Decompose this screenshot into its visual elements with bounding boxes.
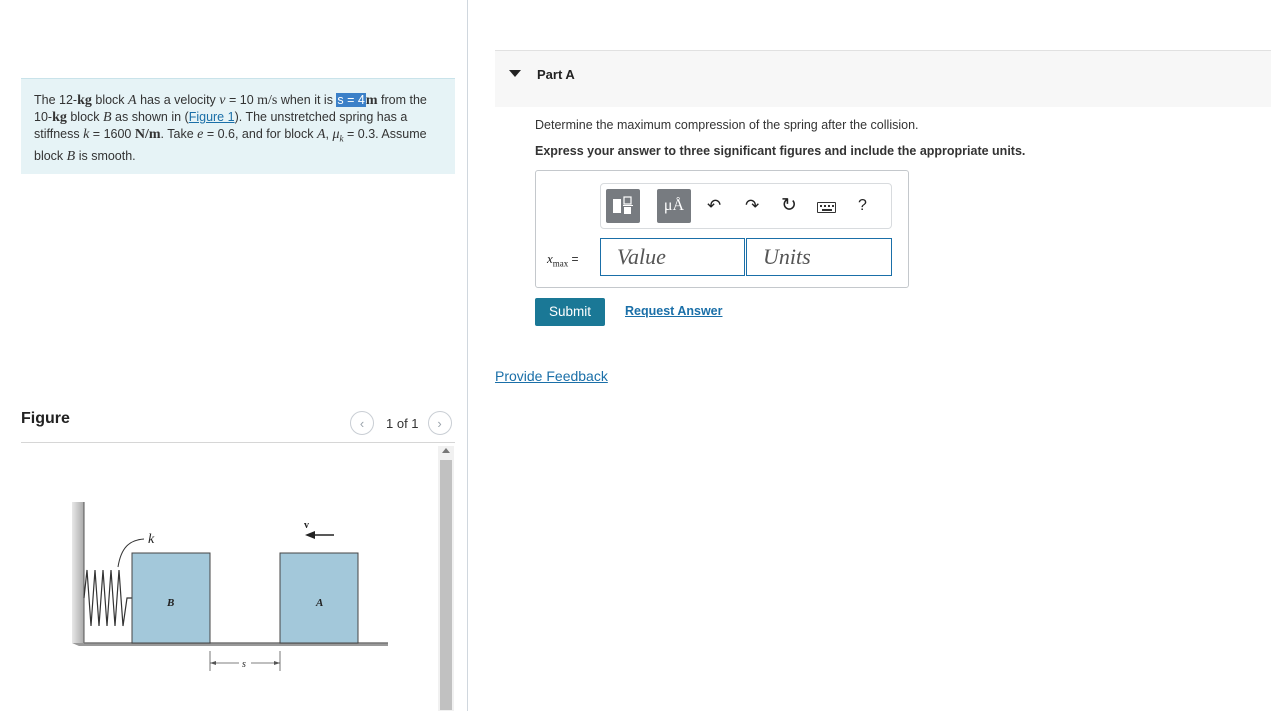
figure-scrollbar[interactable] — [438, 446, 454, 711]
unit-ms: m/s — [257, 93, 278, 108]
value-input[interactable]: Value — [600, 238, 745, 276]
chevron-left-icon: ‹ — [359, 415, 365, 431]
reset-icon[interactable]: ↻ — [781, 196, 797, 216]
prev-figure-button[interactable]: ‹ — [350, 411, 374, 435]
collapse-triangle-icon[interactable] — [509, 70, 521, 77]
unit-kg: kg — [77, 93, 92, 108]
problem-text: = 0.6, and for block — [203, 127, 317, 141]
left-panel: The 12-kg block A has a velocity v = 10 … — [0, 0, 468, 711]
unit-kg: kg — [52, 110, 67, 125]
var-A: A — [316, 127, 326, 142]
part-a-header[interactable]: Part A — [495, 50, 1271, 107]
help-button[interactable]: ? — [858, 196, 867, 216]
math-toolbar: μÅ ↶ ↷ ↻ ? — [600, 183, 892, 229]
problem-text: has a velocity — [136, 93, 220, 107]
label-A: A — [315, 597, 323, 609]
figure-title: Figure — [21, 410, 70, 427]
var-B: B — [103, 110, 112, 125]
problem-text: , — [325, 127, 333, 141]
problem-text: when it is — [277, 93, 337, 107]
figure-pager: ‹ 1 of 1 › — [350, 411, 452, 435]
figure-link[interactable]: Figure 1 — [189, 110, 235, 124]
next-figure-button[interactable]: › — [427, 411, 452, 435]
fraction-template-icon — [613, 196, 633, 214]
scrollbar-thumb[interactable] — [440, 460, 452, 710]
problem-text: is smooth. — [75, 148, 136, 163]
problem-text: block — [66, 110, 104, 124]
units-button[interactable]: μÅ — [657, 189, 691, 223]
problem-text: = 10 — [225, 93, 258, 107]
figure-divider — [21, 442, 455, 443]
submit-button[interactable]: Submit — [535, 298, 605, 326]
question-text: Determine the maximum compression of the… — [535, 118, 919, 132]
chevron-right-icon: › — [437, 415, 442, 431]
problem-text: as shown in ( — [111, 110, 189, 124]
problem-text: block — [91, 93, 129, 107]
undo-icon[interactable]: ↶ — [707, 196, 721, 216]
spring-blocks-diagram: k B A v s — [72, 502, 388, 671]
label-v: v — [304, 520, 309, 531]
var-sub-max: max — [552, 258, 569, 269]
spring — [83, 569, 132, 627]
label-k: k — [148, 532, 155, 547]
label-s: s — [242, 659, 246, 670]
var-A: A — [128, 93, 137, 108]
var-mu: μ — [332, 127, 340, 142]
problem-text: . Take — [160, 127, 198, 141]
problem-text: The 12- — [34, 93, 78, 107]
problem-text: = 1600 — [89, 127, 135, 141]
pager-text: 1 of 1 — [386, 415, 419, 431]
highlighted-s: s = 4 — [336, 93, 366, 107]
units-input[interactable]: Units — [746, 238, 892, 276]
units-icon: μÅ — [663, 197, 685, 214]
redo-icon[interactable]: ↷ — [745, 196, 759, 216]
scroll-up-icon[interactable] — [442, 448, 450, 453]
var-B: B — [66, 148, 76, 164]
answer-box: μÅ ↶ ↷ ↻ ? xmax = Value Units — [535, 170, 909, 288]
variable-label: xmax = — [547, 251, 579, 269]
keyboard-icon[interactable] — [817, 202, 836, 213]
figure-diagram: k B A v s — [21, 446, 436, 711]
wall — [72, 502, 84, 643]
instruction-text: Express your answer to three significant… — [535, 144, 1026, 158]
equals-sign: = — [571, 252, 579, 266]
request-answer-link[interactable]: Request Answer — [625, 304, 722, 318]
unit-Nm: N/m — [134, 127, 161, 142]
part-label: Part A — [537, 67, 575, 82]
panel-divider — [467, 0, 468, 711]
label-B: B — [166, 597, 174, 609]
unit-m: m — [365, 93, 378, 108]
problem-statement: The 12-kg block A has a velocity v = 10 … — [21, 78, 455, 174]
provide-feedback-link[interactable]: Provide Feedback — [495, 368, 608, 384]
templates-button[interactable] — [606, 189, 640, 223]
